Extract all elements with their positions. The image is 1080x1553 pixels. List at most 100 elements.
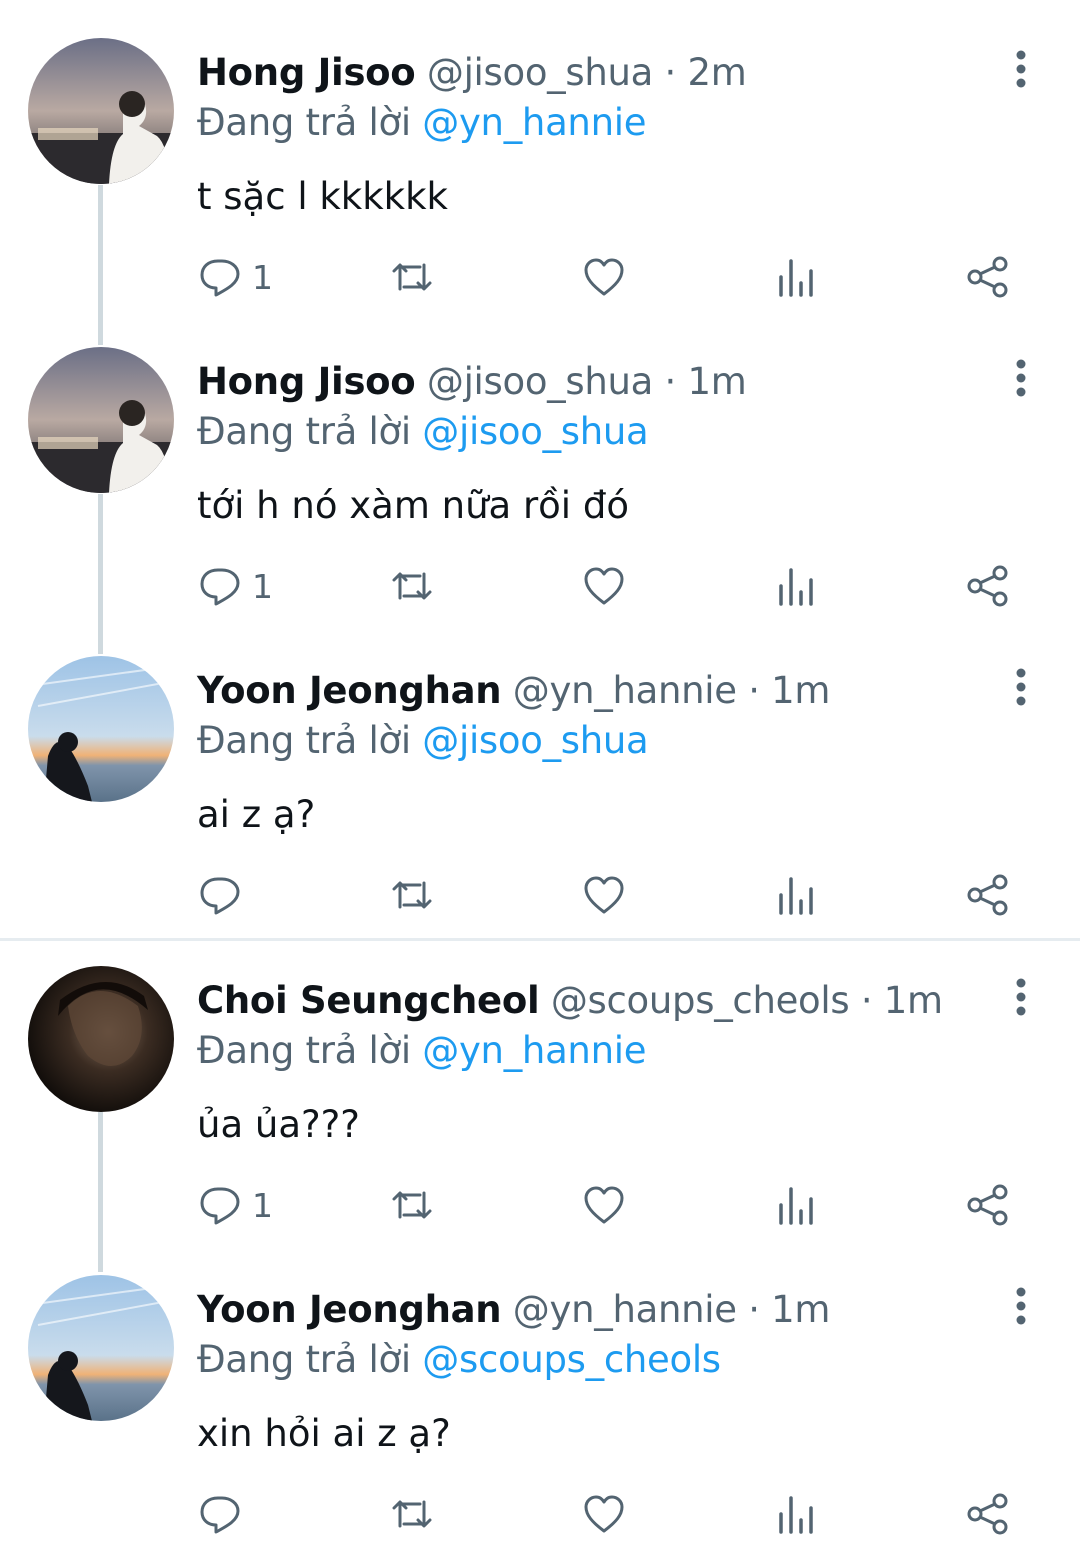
views-button[interactable]	[775, 561, 819, 611]
tweet[interactable]: Hong Jisoo @jisoo_shua · 2m Đang trả lời…	[0, 0, 1080, 308]
share-button[interactable]	[966, 1180, 1010, 1230]
views-button[interactable]	[775, 252, 819, 302]
username[interactable]: @yn_hannie	[513, 1288, 737, 1331]
tweet-header: Hong Jisoo @jisoo_shua · 2m	[197, 50, 747, 96]
tweet-text: xin hỏi ai z ạ?	[197, 1412, 451, 1455]
avatar[interactable]	[28, 966, 174, 1112]
timestamp[interactable]: 1m	[884, 979, 943, 1022]
separator-dot: ·	[664, 360, 677, 403]
username[interactable]: @scoups_cheols	[551, 979, 850, 1022]
retweet-icon	[392, 1500, 432, 1528]
more-vertical-icon	[1016, 359, 1026, 397]
timestamp[interactable]: 1m	[687, 360, 746, 403]
replying-prefix: Đang trả lời	[197, 1029, 411, 1072]
retweet-icon	[392, 1191, 432, 1219]
analytics-icon	[779, 877, 813, 915]
reply-button[interactable]	[198, 870, 252, 920]
reply-button[interactable]	[198, 1489, 252, 1539]
display-name[interactable]: Yoon Jeonghan	[197, 1288, 502, 1331]
username[interactable]: @jisoo_shua	[427, 360, 653, 403]
more-options-button[interactable]	[1000, 357, 1042, 399]
like-button[interactable]	[582, 561, 626, 611]
mention-link[interactable]: @yn_hannie	[422, 1029, 646, 1072]
timestamp[interactable]: 1m	[771, 669, 830, 712]
replying-to: Đang trả lời @scoups_cheols	[197, 1337, 721, 1383]
like-button[interactable]	[582, 252, 626, 302]
retweet-button[interactable]	[388, 1180, 436, 1230]
action-bar: 1	[0, 252, 1080, 302]
avatar[interactable]	[28, 347, 174, 493]
more-options-button[interactable]	[1000, 666, 1042, 708]
reply-count: 1	[252, 1185, 273, 1225]
reply-button[interactable]: 1	[198, 1180, 273, 1230]
reply-button[interactable]: 1	[198, 561, 273, 611]
display-name[interactable]: Hong Jisoo	[197, 51, 416, 94]
display-name[interactable]: Choi Seungcheol	[197, 979, 540, 1022]
reply-count: 1	[252, 257, 273, 297]
views-button[interactable]	[775, 870, 819, 920]
views-button[interactable]	[775, 1180, 819, 1230]
share-button[interactable]	[966, 252, 1010, 302]
tweet[interactable]: Hong Jisoo @jisoo_shua · 1m Đang trả lời…	[0, 309, 1080, 617]
replying-to: Đang trả lời @jisoo_shua	[197, 409, 649, 455]
mention-link[interactable]: @yn_hannie	[422, 101, 646, 144]
heart-icon	[584, 1495, 624, 1533]
avatar[interactable]	[28, 1275, 174, 1421]
tweet-text: ủa ủa???	[197, 1103, 360, 1146]
mention-link[interactable]: @scoups_cheols	[422, 1338, 721, 1381]
username[interactable]: @jisoo_shua	[427, 51, 653, 94]
comment-icon	[200, 1496, 240, 1534]
more-options-button[interactable]	[1000, 976, 1042, 1018]
retweet-button[interactable]	[388, 252, 436, 302]
reply-button[interactable]: 1	[198, 252, 273, 302]
timestamp[interactable]: 1m	[771, 1288, 830, 1331]
separator-dot: ·	[860, 979, 873, 1022]
tweet[interactable]: Yoon Jeonghan @yn_hannie · 1m Đang trả l…	[0, 618, 1080, 926]
share-icon	[967, 1184, 1008, 1226]
heart-icon	[584, 876, 624, 914]
replying-prefix: Đang trả lời	[197, 410, 411, 453]
like-button[interactable]	[582, 1489, 626, 1539]
display-name[interactable]: Hong Jisoo	[197, 360, 416, 403]
tweet-text: t sặc l kkkkkk	[197, 175, 448, 218]
action-bar: 1	[0, 561, 1080, 611]
username[interactable]: @yn_hannie	[513, 669, 737, 712]
more-options-button[interactable]	[1000, 1285, 1042, 1327]
replying-prefix: Đang trả lời	[197, 101, 411, 144]
mention-link[interactable]: @jisoo_shua	[422, 410, 648, 453]
timestamp[interactable]: 2m	[687, 51, 746, 94]
retweet-button[interactable]	[388, 1489, 436, 1539]
share-icon	[967, 1493, 1008, 1535]
tweet[interactable]: Yoon Jeonghan @yn_hannie · 1m Đang trả l…	[0, 1237, 1080, 1545]
more-options-button[interactable]	[1000, 48, 1042, 90]
share-button[interactable]	[966, 870, 1010, 920]
comment-icon	[200, 1187, 240, 1225]
more-vertical-icon	[1016, 978, 1026, 1016]
heart-icon	[584, 567, 624, 605]
avatar[interactable]	[28, 38, 174, 184]
comment-icon	[200, 877, 240, 915]
like-button[interactable]	[582, 1180, 626, 1230]
retweet-button[interactable]	[388, 870, 436, 920]
avatar[interactable]	[28, 656, 174, 802]
separator-dot: ·	[664, 51, 677, 94]
like-button[interactable]	[582, 870, 626, 920]
action-bar: 1	[0, 1180, 1080, 1230]
share-button[interactable]	[966, 561, 1010, 611]
share-button[interactable]	[966, 1489, 1010, 1539]
tweet-text: tới h nó xàm nữa rồi đó	[197, 484, 629, 527]
tweet[interactable]: Choi Seungcheol @scoups_cheols · 1m Đang…	[0, 928, 1080, 1236]
more-vertical-icon	[1016, 1287, 1026, 1325]
replying-to: Đang trả lời @yn_hannie	[197, 100, 646, 146]
display-name[interactable]: Yoon Jeonghan	[197, 669, 502, 712]
tweet-header: Choi Seungcheol @scoups_cheols · 1m	[197, 978, 943, 1024]
analytics-icon	[779, 1187, 813, 1225]
tweet-header: Hong Jisoo @jisoo_shua · 1m	[197, 359, 747, 405]
views-button[interactable]	[775, 1489, 819, 1539]
retweet-button[interactable]	[388, 561, 436, 611]
retweet-icon	[392, 263, 432, 291]
replying-prefix: Đang trả lời	[197, 1338, 411, 1381]
analytics-icon	[779, 568, 813, 606]
mention-link[interactable]: @jisoo_shua	[422, 719, 648, 762]
heart-icon	[584, 1186, 624, 1224]
